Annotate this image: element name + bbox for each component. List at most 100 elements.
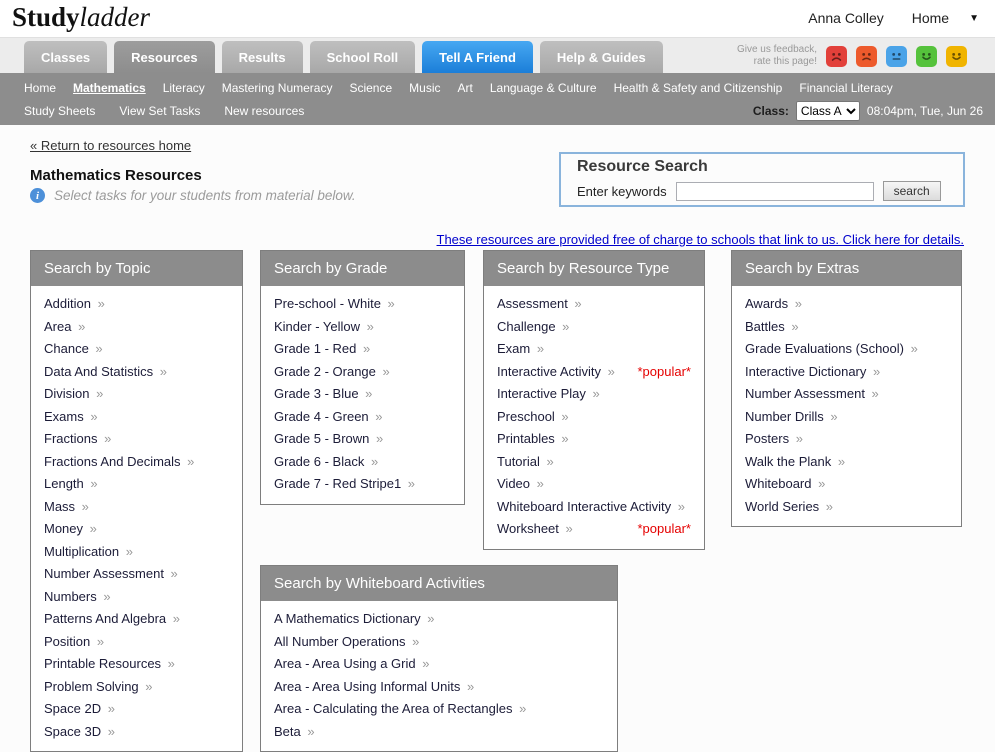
resource-link[interactable]: Grade 1 - Red » — [274, 338, 370, 361]
resource-link[interactable]: Grade Evaluations (School) » — [745, 338, 918, 361]
nav-item-financial-literacy[interactable]: Financial Literacy — [799, 81, 892, 95]
search-button[interactable]: search — [882, 181, 941, 201]
resource-link[interactable]: Number Assessment » — [745, 383, 879, 406]
resource-link[interactable]: Challenge » — [497, 316, 569, 339]
resource-link[interactable]: Video » — [497, 473, 544, 496]
nav-item-music[interactable]: Music — [409, 81, 440, 95]
happy-face-icon[interactable] — [916, 46, 937, 67]
resource-link[interactable]: Area » — [44, 316, 85, 339]
resource-link[interactable]: Fractions » — [44, 428, 111, 451]
tab-tell-a-friend[interactable]: Tell A Friend — [422, 41, 533, 73]
resource-link[interactable]: Printable Resources » — [44, 653, 175, 676]
nav-item-mathematics[interactable]: Mathematics — [73, 81, 146, 95]
resource-link[interactable]: Number Drills » — [745, 406, 838, 429]
resource-link[interactable]: Patterns And Algebra » — [44, 608, 180, 631]
resource-link[interactable]: Data And Statistics » — [44, 361, 167, 384]
resource-link[interactable]: Whiteboard Interactive Activity » — [497, 496, 685, 519]
resource-link[interactable]: Division » — [44, 383, 103, 406]
home-menu[interactable]: Home ▼ — [912, 10, 979, 26]
nav-item-literacy[interactable]: Literacy — [163, 81, 205, 95]
resource-link[interactable]: Grade 4 - Green » — [274, 406, 383, 429]
resource-link[interactable]: Tutorial » — [497, 451, 554, 474]
nav-item-art[interactable]: Art — [458, 81, 473, 95]
resource-link[interactable]: Problem Solving » — [44, 676, 153, 699]
tab-school-roll[interactable]: School Roll — [309, 41, 416, 73]
resource-link[interactable]: Awards » — [745, 293, 802, 316]
tab-resources[interactable]: Resources — [114, 41, 215, 73]
resource-link[interactable]: Fractions And Decimals » — [44, 451, 194, 474]
resource-link[interactable]: Grade 2 - Orange » — [274, 361, 390, 384]
return-to-resources-link[interactable]: « Return to resources home — [30, 138, 191, 153]
keywords-input[interactable] — [675, 181, 874, 201]
neutral-face-icon[interactable] — [886, 46, 907, 67]
list-item: World Series » — [745, 496, 948, 519]
studyladder-logo[interactable]: Studyladder — [12, 2, 150, 33]
nav-item-health-safety-and-citizenship[interactable]: Health & Safety and Citizenship — [614, 81, 783, 95]
resource-link[interactable]: Area - Area Using Informal Units » — [274, 676, 474, 699]
resource-link[interactable]: Walk the Plank » — [745, 451, 845, 474]
chevron-down-icon[interactable]: ▼ — [969, 13, 979, 24]
chevron-right-icon: » — [574, 296, 582, 311]
class-select[interactable]: Class A — [795, 101, 860, 121]
tab-help-guides[interactable]: Help & Guides — [539, 41, 663, 73]
unhappy-face-icon[interactable] — [856, 46, 877, 67]
very-happy-face-icon[interactable] — [946, 46, 967, 67]
resource-link[interactable]: Interactive Dictionary » — [745, 361, 880, 384]
list-item: Mass » — [44, 496, 229, 519]
chevron-right-icon: » — [366, 318, 374, 334]
resource-link[interactable]: Position » — [44, 631, 104, 654]
nav-item-science[interactable]: Science — [349, 81, 392, 95]
nav-item-mastering-numeracy[interactable]: Mastering Numeracy — [222, 81, 333, 95]
resource-link[interactable]: Interactive Play » — [497, 383, 600, 406]
nav-item-language-culture[interactable]: Language & Culture — [490, 81, 597, 95]
angry-face-icon[interactable] — [826, 46, 847, 67]
chevron-right-icon: » — [159, 363, 167, 379]
resource-link[interactable]: Space 3D » — [44, 721, 115, 744]
resource-link[interactable]: Kinder - Yellow » — [274, 316, 374, 339]
list-item: Whiteboard » — [745, 473, 948, 496]
nav-item-home[interactable]: Home — [24, 81, 56, 95]
home-label: Home — [911, 10, 950, 26]
resource-link[interactable]: Grade 6 - Black » — [274, 451, 378, 474]
resource-link[interactable]: Posters » — [745, 428, 803, 451]
resource-link[interactable]: Preschool » — [497, 406, 569, 429]
resource-link[interactable]: Grade 3 - Blue » — [274, 383, 372, 406]
resource-link[interactable]: Assessment » — [497, 293, 582, 316]
resource-link[interactable]: A Mathematics Dictionary » — [274, 608, 435, 631]
resource-type-list: Assessment » Challenge » Exam » Interactive… — [484, 293, 704, 541]
nav-item-study-sheets[interactable]: Study Sheets — [24, 104, 95, 118]
list-item: All Number Operations » — [274, 631, 604, 654]
list-item: Fractions » — [44, 428, 229, 451]
resource-link[interactable]: Chance » — [44, 338, 103, 361]
class-label: Class: — [752, 104, 789, 118]
resource-link[interactable]: Battles » — [745, 316, 799, 339]
resource-link[interactable]: Area - Area Using a Grid » — [274, 653, 429, 676]
resource-link[interactable]: Money » — [44, 518, 97, 541]
resource-link[interactable]: Grade 5 - Brown » — [274, 428, 383, 451]
nav-item-view-set-tasks[interactable]: View Set Tasks — [119, 104, 200, 118]
resource-link[interactable]: Exams » — [44, 406, 98, 429]
resource-link[interactable]: Grade 7 - Red Stripe1 » — [274, 473, 415, 496]
resource-link[interactable]: Interactive Activity » — [497, 361, 615, 384]
resource-link[interactable]: Pre-school - White » — [274, 293, 395, 316]
tab-classes[interactable]: Classes — [24, 41, 108, 73]
resource-link[interactable]: Printables » — [497, 428, 569, 451]
resource-link[interactable]: Length » — [44, 473, 98, 496]
resource-link[interactable]: Numbers » — [44, 586, 111, 609]
resource-link[interactable]: Exam » — [497, 338, 544, 361]
nav-item-new-resources[interactable]: New resources — [224, 104, 304, 118]
resource-link[interactable]: Mass » — [44, 496, 89, 519]
list-item: Multiplication » — [44, 541, 229, 564]
resource-link[interactable]: Worksheet » — [497, 518, 573, 541]
resource-link[interactable]: Addition » — [44, 293, 105, 316]
resource-link[interactable]: Multiplication » — [44, 541, 133, 564]
free-resources-link[interactable]: These resources are provided free of cha… — [437, 232, 964, 247]
resource-link[interactable]: Number Assessment » — [44, 563, 178, 586]
resource-link[interactable]: All Number Operations » — [274, 631, 419, 654]
resource-link[interactable]: Area - Calculating the Area of Rectangle… — [274, 698, 526, 721]
resource-link[interactable]: Whiteboard » — [745, 473, 825, 496]
resource-link[interactable]: Space 2D » — [44, 698, 115, 721]
resource-link[interactable]: Beta » — [274, 721, 315, 744]
tab-results[interactable]: Results — [221, 41, 303, 73]
resource-link[interactable]: World Series » — [745, 496, 833, 519]
